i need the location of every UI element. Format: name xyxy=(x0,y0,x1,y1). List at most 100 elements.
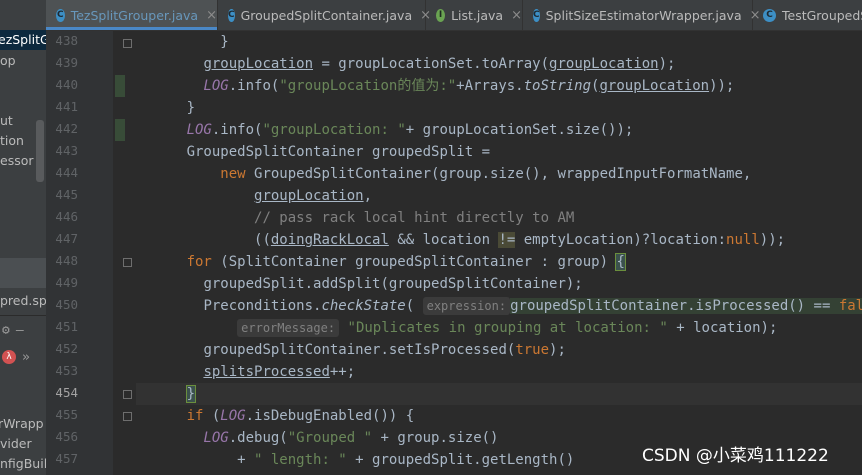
line-number: 439 xyxy=(55,55,78,70)
tab-label: SplitSizeEstimatorWrapper.java xyxy=(545,7,742,23)
code-token: new xyxy=(220,166,246,182)
code-token: for xyxy=(186,254,212,270)
code-token: GroupedSplitContainer(group.size(), wrap… xyxy=(245,166,752,182)
interface-icon: I xyxy=(436,8,446,22)
code-token: LOG xyxy=(203,430,229,446)
sidebar-item-ut[interactable]: ut xyxy=(0,113,13,128)
code-line: // pass rack local hint directly to AM xyxy=(136,207,574,229)
code-token: "Duplicates in grouping at location: " xyxy=(347,320,668,336)
parameter-hint: errorMessage: xyxy=(237,319,340,337)
watermark: CSDN @小菜鸡111222 xyxy=(642,446,829,466)
sidebar-item-configbuilder[interactable]: nfigBuild xyxy=(0,456,46,471)
code-token: ( xyxy=(203,408,221,424)
minimize-icon[interactable]: — xyxy=(16,323,24,338)
code-line: GroupedSplitContainer groupedSplit = xyxy=(136,141,490,163)
fold-marker[interactable] xyxy=(123,39,132,48)
sidebar-panel-tabs: λ » xyxy=(0,346,46,368)
lambda-icon[interactable]: λ xyxy=(2,350,16,364)
code-line: groupedSplit.addSplit(groupedSplitContai… xyxy=(136,273,582,295)
change-marker[interactable] xyxy=(115,119,125,141)
code-line: if (LOG.isDebugEnabled()) { xyxy=(136,405,415,427)
tab-tezsplitgrouper[interactable]: C TezSplitGrouper.java × xyxy=(46,0,218,30)
code-line: splitsProcessed++; xyxy=(136,361,355,383)
line-number: 446 xyxy=(55,209,78,224)
code-comment: // pass rack local hint directly to AM xyxy=(254,210,575,226)
gear-icon[interactable]: ⚙ xyxy=(2,323,10,338)
code-token: .info( xyxy=(211,122,263,138)
line-number: 457 xyxy=(55,451,78,466)
line-number: 442 xyxy=(55,121,78,136)
code-line: groupedSplitContainer.setIsProcessed(tru… xyxy=(136,339,566,361)
line-number: 448 xyxy=(55,253,78,268)
code-token: GroupedSplitContainer groupedSplit = xyxy=(186,144,491,160)
line-number: 438 xyxy=(55,33,78,48)
code-token: groupLocation xyxy=(254,188,364,204)
code-token: && location xyxy=(388,232,499,248)
fold-marker[interactable] xyxy=(123,412,132,421)
code-editor[interactable]: } groupLocation = groupLocationSet.toArr… xyxy=(136,31,862,475)
line-number: 443 xyxy=(55,143,78,158)
tab-testgroupedsplits[interactable]: C TestGroupedS xyxy=(753,0,862,30)
code-token: + groupedSplit.getLength() xyxy=(346,452,575,468)
tab-list[interactable]: I List.java × xyxy=(426,0,523,30)
code-token: + location); xyxy=(667,320,778,336)
tab-splitsizeestimatorwrapper[interactable]: C SplitSizeEstimatorWrapper.java × xyxy=(523,0,761,30)
code-token: emptyLocation)?location: xyxy=(515,232,727,248)
code-token: " length: " xyxy=(254,452,347,468)
code-token: doingRackLocal xyxy=(270,232,389,248)
code-line: } xyxy=(136,97,195,119)
class-icon: C xyxy=(228,8,235,22)
sidebar-highlight xyxy=(0,258,46,288)
tab-label: List.java xyxy=(451,7,504,23)
code-line: LOG.info("groupLocation的值为:"+Arrays.toSt… xyxy=(136,75,734,97)
matched-brace: { xyxy=(615,253,626,271)
code-token: )); xyxy=(759,232,786,248)
class-icon: C xyxy=(533,8,540,22)
line-number: 452 xyxy=(55,341,78,356)
sidebar-item-essor[interactable]: essor xyxy=(0,153,34,168)
tab-label: GroupedSplitContainer.java xyxy=(240,7,413,23)
current-line: } xyxy=(136,383,862,405)
code-token: groupLocation xyxy=(203,56,314,72)
fold-marker[interactable] xyxy=(123,258,132,267)
panel-overflow-button[interactable]: » xyxy=(22,350,30,365)
code-token: Preconditions. xyxy=(203,298,322,314)
close-icon[interactable]: × xyxy=(206,8,217,23)
code-line: } xyxy=(136,31,228,53)
line-number: 447 xyxy=(55,231,78,246)
sidebar-item-provider[interactable]: vider xyxy=(0,436,32,451)
line-number: 444 xyxy=(55,165,78,180)
fold-gutter xyxy=(114,31,132,475)
change-marker[interactable] xyxy=(115,75,125,97)
code-token: "groupLocation的值为:" xyxy=(279,78,457,94)
code-line: + " length: " + groupedSplit.getLength() xyxy=(136,449,574,471)
code-token: ); xyxy=(549,342,566,358)
sidebar-item-tion[interactable]: tion xyxy=(0,133,24,148)
editor-tab-bar: C TezSplitGrouper.java × C GroupedSplitC… xyxy=(46,0,862,31)
fold-marker[interactable] xyxy=(123,390,132,399)
line-number: 440 xyxy=(55,77,78,92)
code-line: LOG.info("groupLocation: "+ groupLocatio… xyxy=(136,119,634,141)
tab-groupedsplitcontainer[interactable]: C GroupedSplitContainer.java × xyxy=(218,0,431,30)
close-icon[interactable]: × xyxy=(511,8,522,23)
project-sidebar: ezSplitGr op ut tion essor pred.sp ⚙ — λ… xyxy=(0,0,46,475)
sidebar-scrollbar[interactable] xyxy=(36,120,44,182)
sidebar-item-wrapper[interactable]: rWrapp xyxy=(0,416,44,431)
class-icon: C xyxy=(763,8,776,22)
code-line: ((doingRackLocal && location != emptyLoc… xyxy=(136,229,785,251)
sidebar-item-pred-sp[interactable]: pred.sp xyxy=(0,293,46,308)
sidebar-item-op[interactable]: op xyxy=(0,53,16,68)
code-token: LOG xyxy=(203,78,229,94)
code-token: .debug( xyxy=(228,430,288,446)
code-token: +Arrays. xyxy=(456,78,524,94)
code-token: ); xyxy=(658,56,676,72)
code-line: LOG.debug("Grouped " + group.size() xyxy=(136,427,498,449)
code-token: splitsProcessed xyxy=(203,364,330,380)
sidebar-item-tezsplitgrouper[interactable]: ezSplitGr xyxy=(0,32,46,47)
code-token: (SplitContainer groupedSplitContainer : … xyxy=(211,254,617,270)
sidebar-toolbar: ⚙ — xyxy=(0,319,46,341)
code-token: LOG xyxy=(186,122,212,138)
code-token: )); xyxy=(709,78,735,94)
code-token: + xyxy=(237,452,255,468)
